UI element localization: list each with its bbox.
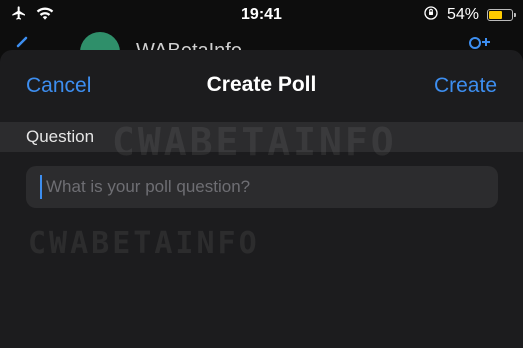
question-input[interactable] bbox=[44, 176, 498, 198]
text-caret bbox=[40, 175, 42, 199]
wifi-icon bbox=[36, 6, 54, 25]
battery-percent: 54% bbox=[446, 6, 479, 23]
status-bar: 19:41 54% bbox=[0, 0, 523, 30]
question-field[interactable] bbox=[26, 166, 498, 208]
poll-nav-bar: Cancel Create Poll Create bbox=[0, 50, 523, 122]
orientation-lock-icon bbox=[423, 5, 439, 26]
create-button[interactable]: Create bbox=[434, 74, 497, 98]
create-poll-sheet: Cancel Create Poll Create Question CWABE… bbox=[0, 50, 523, 348]
airplane-icon bbox=[10, 5, 28, 26]
watermark: CWABETAINFO bbox=[28, 226, 260, 261]
question-section-header: Question bbox=[0, 122, 523, 152]
battery-icon bbox=[487, 9, 516, 21]
